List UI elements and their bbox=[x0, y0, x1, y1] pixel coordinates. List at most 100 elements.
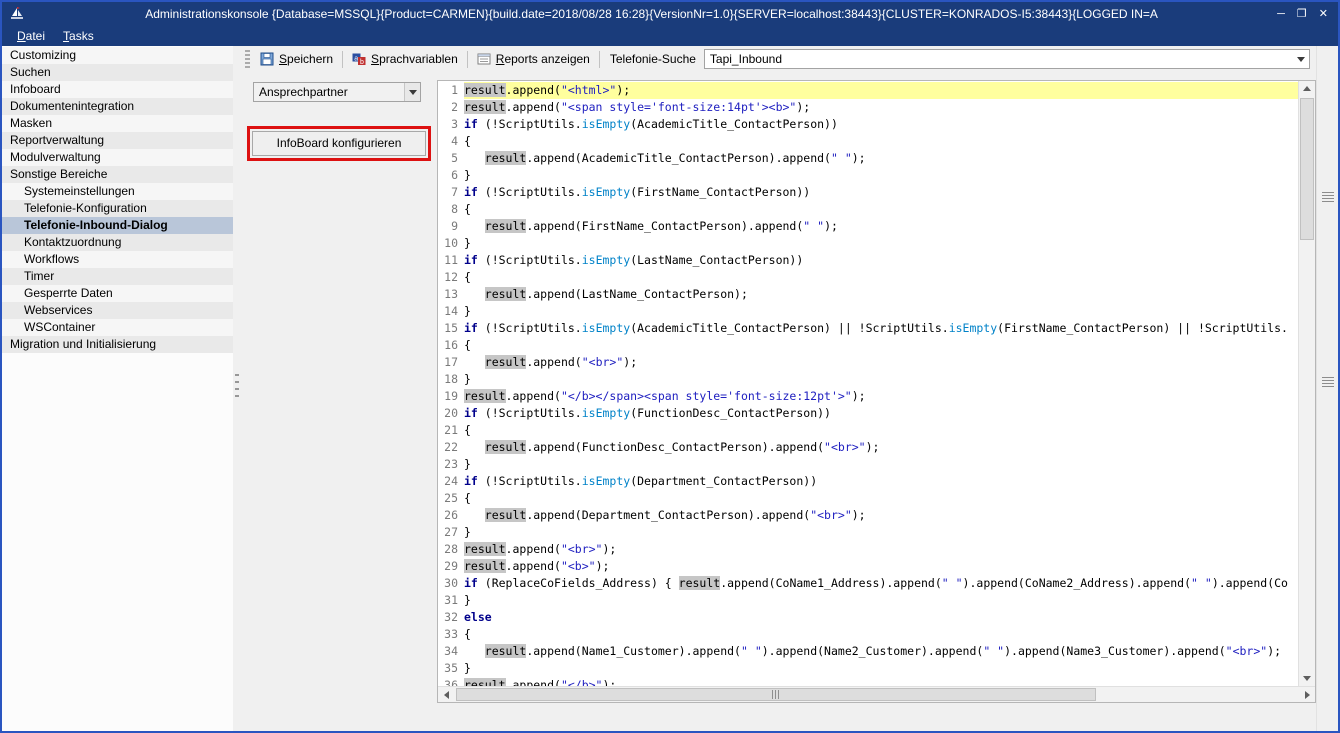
navigation-sidebar: CustomizingSuchenInfoboardDokumenteninte… bbox=[2, 46, 233, 731]
horizontal-scroll-thumb[interactable] bbox=[456, 688, 1096, 701]
code-line: result.append("<b>"); bbox=[464, 558, 1298, 575]
line-number: 24 bbox=[438, 473, 458, 490]
code-area[interactable]: result.append("<html>");result.append("<… bbox=[462, 81, 1298, 686]
sidebar-item-telefonie-konfiguration[interactable]: Telefonie-Konfiguration bbox=[2, 200, 233, 217]
editor-horizontal-scrollbar[interactable] bbox=[438, 686, 1315, 702]
line-number: 18 bbox=[438, 371, 458, 388]
sprachvariablen-button[interactable]: a b Sprachvariablen bbox=[346, 50, 464, 68]
telefonie-suche-label: Telefonie-Suche bbox=[610, 52, 696, 66]
editor-vertical-scrollbar[interactable] bbox=[1298, 81, 1315, 686]
scroll-grip-icon bbox=[772, 690, 781, 699]
sidebar-item-systemeinstellungen[interactable]: Systemeinstellungen bbox=[2, 183, 233, 200]
chevron-down-icon[interactable] bbox=[404, 83, 420, 101]
code-line: if (!ScriptUtils.isEmpty(AcademicTitle_C… bbox=[464, 320, 1298, 337]
sidebar-item-kontaktzuordnung[interactable]: Kontaktzuordnung bbox=[2, 234, 233, 251]
sidebar-item-dokumentenintegration[interactable]: Dokumentenintegration bbox=[2, 98, 233, 115]
code-line: result.append(AcademicTitle_ContactPerso… bbox=[464, 150, 1298, 167]
code-line: } bbox=[464, 235, 1298, 252]
line-number: 31 bbox=[438, 592, 458, 609]
sidebar-item-gesperrte-daten[interactable]: Gesperrte Daten bbox=[2, 285, 233, 302]
main-panel: Speichern a b Sprachvariablen bbox=[241, 46, 1316, 731]
code-line: } bbox=[464, 592, 1298, 609]
line-number: 12 bbox=[438, 269, 458, 286]
horizontal-scroll-track[interactable] bbox=[454, 687, 1299, 702]
sidebar-item-migration-und-initialisierung[interactable]: Migration und Initialisierung bbox=[2, 336, 233, 353]
sprachvariablen-label: Sprachvariablen bbox=[371, 52, 458, 66]
sidebar-item-workflows[interactable]: Workflows bbox=[2, 251, 233, 268]
code-line: } bbox=[464, 524, 1298, 541]
sidebar-item-suchen[interactable]: Suchen bbox=[2, 64, 233, 81]
code-line: } bbox=[464, 167, 1298, 184]
scroll-down-arrow-icon[interactable] bbox=[1299, 671, 1315, 686]
code-line: result.append(Name1_Customer).append(" "… bbox=[464, 643, 1298, 660]
vertical-scroll-track[interactable] bbox=[1299, 96, 1315, 671]
line-number: 8 bbox=[438, 201, 458, 218]
line-number: 35 bbox=[438, 660, 458, 677]
code-line: { bbox=[464, 201, 1298, 218]
line-number: 34 bbox=[438, 643, 458, 660]
line-number: 2 bbox=[438, 99, 458, 116]
line-number: 11 bbox=[438, 252, 458, 269]
ansprechpartner-value: Ansprechpartner bbox=[254, 83, 404, 101]
sidebar-item-infoboard[interactable]: Infoboard bbox=[2, 81, 233, 98]
line-number: 15 bbox=[438, 320, 458, 337]
window-title: Administrationskonsole {Database=MSSQL}{… bbox=[30, 7, 1273, 21]
line-number: 32 bbox=[438, 609, 458, 626]
scroll-grip-icon bbox=[1322, 192, 1334, 202]
scroll-left-arrow-icon[interactable] bbox=[438, 687, 454, 702]
line-number: 4 bbox=[438, 133, 458, 150]
code-line: { bbox=[464, 337, 1298, 354]
sidebar-item-sonstige-bereiche[interactable]: Sonstige Bereiche bbox=[2, 166, 233, 183]
line-number: 27 bbox=[438, 524, 458, 541]
scroll-right-arrow-icon[interactable] bbox=[1299, 687, 1315, 702]
sidebar-item-wscontainer[interactable]: WSContainer bbox=[2, 319, 233, 336]
telefonie-suche-value: Tapi_Inbound bbox=[705, 50, 1293, 68]
config-panel: Ansprechpartner InfoBoard konfigurieren bbox=[241, 72, 437, 731]
vertical-scroll-thumb[interactable] bbox=[1300, 98, 1314, 240]
sidebar-item-timer[interactable]: Timer bbox=[2, 268, 233, 285]
code-line: result.append("</b></span><span style='f… bbox=[464, 388, 1298, 405]
line-number: 26 bbox=[438, 507, 458, 524]
code-line: { bbox=[464, 422, 1298, 439]
minimize-icon[interactable]: ─ bbox=[1277, 7, 1285, 21]
line-number: 25 bbox=[438, 490, 458, 507]
speichern-button[interactable]: Speichern bbox=[254, 50, 339, 68]
sidebar-item-webservices[interactable]: Webservices bbox=[2, 302, 233, 319]
code-line: result.append(FirstName_ContactPerson).a… bbox=[464, 218, 1298, 235]
content-area: Ansprechpartner InfoBoard konfigurieren … bbox=[241, 72, 1316, 731]
sidebar-item-masken[interactable]: Masken bbox=[2, 115, 233, 132]
line-number: 16 bbox=[438, 337, 458, 354]
svg-text:a: a bbox=[354, 55, 358, 62]
code-line: } bbox=[464, 303, 1298, 320]
sidebar-item-modulverwaltung[interactable]: Modulverwaltung bbox=[2, 149, 233, 166]
line-number: 28 bbox=[438, 541, 458, 558]
code-line: if (!ScriptUtils.isEmpty(AcademicTitle_C… bbox=[464, 116, 1298, 133]
telefonie-suche-combobox[interactable]: Tapi_Inbound bbox=[704, 49, 1310, 69]
ansprechpartner-combobox[interactable]: Ansprechpartner bbox=[253, 82, 421, 102]
line-number: 23 bbox=[438, 456, 458, 473]
close-icon[interactable]: ✕ bbox=[1319, 7, 1328, 21]
chevron-down-icon[interactable] bbox=[1293, 50, 1309, 68]
menu-item-tasks[interactable]: Tasks bbox=[54, 27, 103, 45]
infoboard-konfigurieren-button[interactable]: InfoBoard konfigurieren bbox=[252, 131, 426, 156]
code-line: } bbox=[464, 660, 1298, 677]
line-number: 22 bbox=[438, 439, 458, 456]
panel-scrollbar[interactable] bbox=[1316, 46, 1338, 731]
menu-item-datei[interactable]: Datei bbox=[8, 27, 54, 45]
scroll-up-arrow-icon[interactable] bbox=[1299, 81, 1315, 96]
script-editor[interactable]: 1234567891011121314151617181920212223242… bbox=[437, 80, 1316, 703]
line-number: 7 bbox=[438, 184, 458, 201]
sidebar-item-reportverwaltung[interactable]: Reportverwaltung bbox=[2, 132, 233, 149]
sidebar-item-customizing[interactable]: Customizing bbox=[2, 47, 233, 64]
line-number: 20 bbox=[438, 405, 458, 422]
app-logo-icon bbox=[8, 6, 26, 22]
code-line: if (!ScriptUtils.isEmpty(FunctionDesc_Co… bbox=[464, 405, 1298, 422]
reports-icon bbox=[477, 52, 491, 66]
line-number: 6 bbox=[438, 167, 458, 184]
sidebar-splitter[interactable] bbox=[233, 46, 241, 731]
code-line: result.append(LastName_ContactPerson); bbox=[464, 286, 1298, 303]
reports-anzeigen-button[interactable]: Reports anzeigen bbox=[471, 50, 596, 68]
sidebar-item-telefonie-inbound-dialog[interactable]: Telefonie-Inbound-Dialog bbox=[2, 217, 233, 234]
line-number: 17 bbox=[438, 354, 458, 371]
maximize-icon[interactable]: ❐ bbox=[1297, 7, 1307, 21]
